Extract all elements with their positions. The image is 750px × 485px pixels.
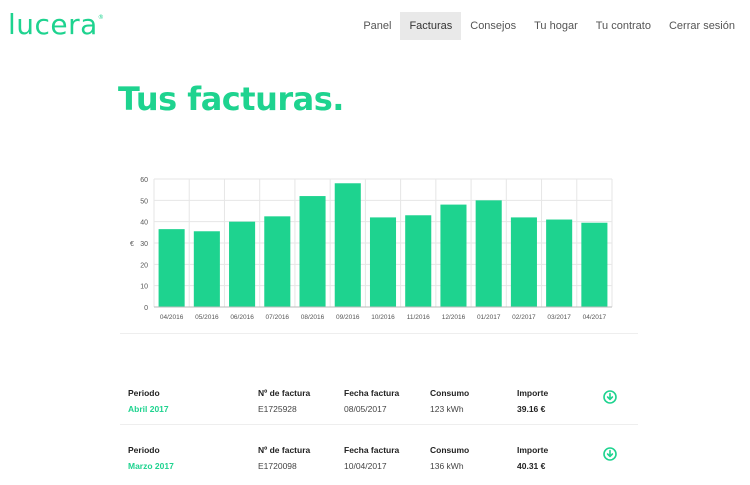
bar xyxy=(264,216,291,307)
y-tick-label: 40 xyxy=(140,220,148,227)
y-tick-label: 60 xyxy=(140,177,148,184)
x-tick-label: 10/2016 xyxy=(371,314,395,321)
bar xyxy=(158,229,185,307)
periodo-label: Periodo xyxy=(128,445,160,455)
bar xyxy=(440,204,467,307)
bar xyxy=(229,221,256,307)
main-nav: Panel Facturas Consejos Tu hogar Tu cont… xyxy=(354,12,744,40)
nav-cerrar-sesion[interactable]: Cerrar sesión xyxy=(660,12,744,40)
bar xyxy=(369,217,397,307)
logo-text: lucera xyxy=(8,8,98,41)
consumo-label: Consumo xyxy=(430,388,470,398)
x-tick-label: 08/2016 xyxy=(301,314,325,321)
x-tick-label: 05/2016 xyxy=(195,314,219,321)
bar xyxy=(475,200,502,307)
periodo-value: Marzo 2017 xyxy=(128,461,174,471)
importe-label: Importe xyxy=(517,445,549,455)
nav-consejos[interactable]: Consejos xyxy=(461,12,525,40)
consumo-label: Consumo xyxy=(430,445,470,455)
x-tick-label: 12/2016 xyxy=(442,314,466,321)
y-tick-label: 0 xyxy=(144,305,148,312)
invoice-row: Periodo Abril 2017 Nº de factura E172592… xyxy=(128,388,628,428)
lucera-logo[interactable]: lucera® xyxy=(8,8,104,41)
bar xyxy=(299,196,326,307)
row-divider xyxy=(120,424,638,425)
periodo-value: Abril 2017 xyxy=(128,404,169,414)
bar xyxy=(581,222,608,307)
x-tick-label: 04/2016 xyxy=(160,314,184,321)
y-axis-label: € xyxy=(130,241,134,248)
numero-value: E1720098 xyxy=(258,461,297,471)
nav-tu-hogar[interactable]: Tu hogar xyxy=(525,12,587,40)
numero-value: E1725928 xyxy=(258,404,297,414)
x-tick-label: 04/2017 xyxy=(583,314,607,321)
x-tick-label: 06/2016 xyxy=(230,314,254,321)
x-tick-label: 09/2016 xyxy=(336,314,360,321)
nav-tu-contrato[interactable]: Tu contrato xyxy=(587,12,660,40)
fecha-value: 08/05/2017 xyxy=(344,404,387,414)
fecha-value: 10/04/2017 xyxy=(344,461,387,471)
numero-label: Nº de factura xyxy=(258,388,311,398)
x-tick-label: 07/2016 xyxy=(266,314,290,321)
bar xyxy=(510,217,537,307)
bar xyxy=(334,183,361,307)
importe-value: 39.16 € xyxy=(517,404,546,414)
nav-facturas[interactable]: Facturas xyxy=(400,12,462,40)
x-tick-label: 03/2017 xyxy=(547,314,571,321)
chart-divider xyxy=(120,333,638,334)
x-tick-label: 01/2017 xyxy=(477,314,501,321)
periodo-label: Periodo xyxy=(128,388,160,398)
download-icon[interactable] xyxy=(603,447,617,461)
y-tick-label: 20 xyxy=(140,262,148,269)
bar xyxy=(405,215,432,307)
bar xyxy=(546,219,573,307)
y-tick-label: 30 xyxy=(140,241,148,248)
x-tick-label: 11/2016 xyxy=(407,314,430,321)
bar xyxy=(193,231,220,307)
consumo-value: 123 kWh xyxy=(430,404,464,414)
importe-label: Importe xyxy=(517,388,549,398)
invoice-row: Periodo Marzo 2017 Nº de factura E172009… xyxy=(128,445,628,485)
y-tick-label: 50 xyxy=(140,198,148,205)
fecha-label: Fecha factura xyxy=(344,445,400,455)
download-icon[interactable] xyxy=(603,390,617,404)
page-title: Tus facturas. xyxy=(118,80,344,118)
x-tick-label: 02/2017 xyxy=(512,314,536,321)
consumo-value: 136 kWh xyxy=(430,461,464,471)
nav-panel[interactable]: Panel xyxy=(354,12,400,40)
y-tick-label: 10 xyxy=(140,284,148,291)
billing-bar-chart: 0 10 20 30 40 50 60 €04/2016 05/2016 06/2016 07/20… xyxy=(130,177,613,321)
fecha-label: Fecha factura xyxy=(344,388,400,398)
importe-value: 40.31 € xyxy=(517,461,546,471)
numero-label: Nº de factura xyxy=(258,445,311,455)
